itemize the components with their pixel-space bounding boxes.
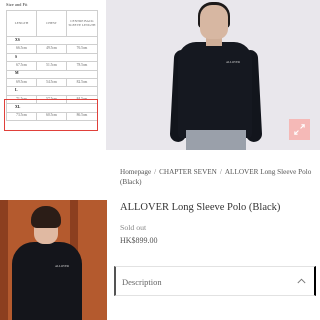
product-hero-image[interactable]: ALLOVER (106, 0, 320, 150)
size-row-label: L (6, 86, 98, 96)
polo-shirt (178, 42, 252, 138)
table-cell: 67.5cm (6, 61, 37, 71)
chevron-up-icon (297, 278, 306, 284)
table-cell: 49.5cm (36, 44, 67, 54)
size-chart-title: Size and Fit (6, 2, 28, 7)
expand-arrows-icon (294, 124, 305, 135)
breadcrumb-separator: / (219, 168, 222, 176)
size-row-label: S (6, 52, 98, 63)
breadcrumb: Homepage / CHAPTER SEVEN / ALLOVER Long Slee… (120, 167, 312, 187)
chest-print: ALLOVER (226, 60, 240, 64)
breadcrumb-category-link[interactable]: CHAPTER SEVEN (159, 168, 217, 176)
table-cell: 66.5cm (6, 44, 37, 54)
table-cell: 54.5cm (36, 77, 67, 88)
model-jeans (186, 130, 246, 150)
size-row-values: 66.5cm 49.5cm 76.5cm (6, 44, 98, 54)
size-row-values: 69.5cm 54.5cm 82.5cm (6, 77, 98, 88)
description-accordion[interactable]: Description (114, 266, 316, 296)
breadcrumb-separator: / (154, 168, 157, 176)
size-chart-header-row: LENGTH CHEST CENTRE BACK SLEEVE LENGTH (6, 10, 98, 37)
stock-status: Sold out (120, 223, 147, 232)
model-face (200, 5, 228, 39)
breadcrumb-home-link[interactable]: Homepage (120, 168, 151, 176)
product-title: ALLOVER Long Sleeve Polo (Black) (120, 202, 281, 213)
size-row-label: XS (6, 35, 98, 46)
size-row-label: M (6, 69, 98, 79)
wall-beam (0, 200, 8, 320)
table-cell: 51.5cm (36, 61, 67, 71)
model-lifestyle-image[interactable]: ALLOVER (0, 200, 107, 320)
header-chest: CHEST (36, 10, 67, 37)
size-row-values: 67.5cm 51.5cm 78.5cm (6, 61, 98, 71)
header-sleeve: CENTRE BACK SLEEVE LENGTH (66, 10, 98, 37)
polo-shirt (12, 242, 82, 320)
chest-print: ALLOVER (55, 264, 69, 268)
zoom-button[interactable] (289, 119, 310, 140)
product-price: HK$899.00 (120, 236, 158, 245)
table-cell: 69.5cm (6, 77, 37, 88)
header-length: LENGTH (6, 10, 37, 37)
model-hair (31, 206, 61, 228)
description-label: Description (122, 277, 162, 287)
size-chart-panel: Size and Fit LENGTH CHEST CENTRE BACK SL… (0, 0, 103, 196)
table-cell: 78.5cm (66, 61, 98, 71)
size-m-highlight-box (4, 99, 98, 131)
table-cell: 82.5cm (66, 77, 98, 88)
table-cell: 76.5cm (66, 44, 98, 54)
